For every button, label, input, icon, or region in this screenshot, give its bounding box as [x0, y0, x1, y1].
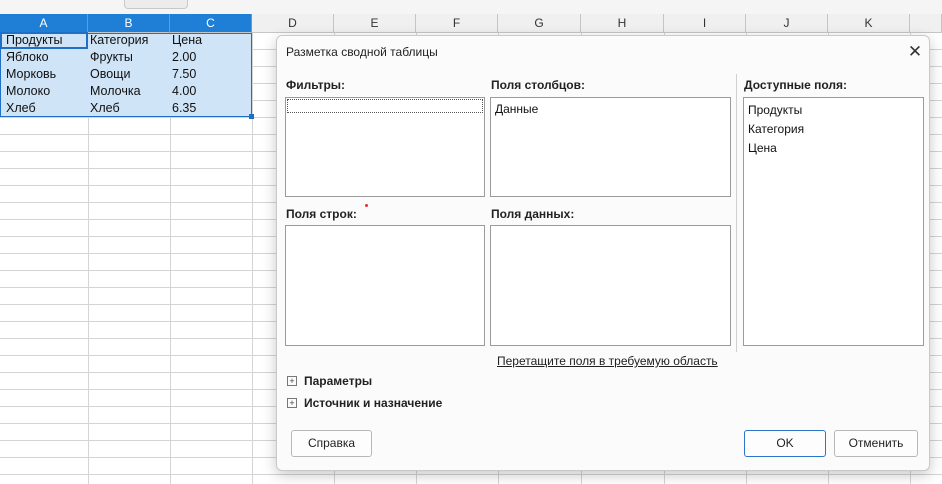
filters-label: Фильтры: — [286, 78, 346, 92]
marker-dot — [365, 204, 368, 207]
cell-c4[interactable]: 4.00 — [172, 83, 250, 100]
grid-line — [0, 474, 942, 475]
cell-b1[interactable]: Категория — [90, 32, 168, 49]
column-field-item[interactable]: Данные — [491, 100, 730, 119]
row-fields-box[interactable] — [285, 225, 485, 346]
column-header-b[interactable]: B — [88, 14, 170, 33]
row-fields-label: Поля строк: — [286, 207, 357, 221]
close-icon[interactable]: ✕ — [906, 43, 924, 61]
available-fields-label: Доступные поля: — [744, 78, 848, 92]
data-fields-box[interactable] — [490, 225, 731, 346]
cell-c2[interactable]: 2.00 — [172, 49, 250, 66]
source-label: Источник и назначение — [304, 396, 443, 410]
cell-b2[interactable]: Фрукты — [90, 49, 168, 66]
section-divider — [736, 74, 737, 352]
cell-a2[interactable]: Яблоко — [6, 49, 86, 66]
cell-a1[interactable]: Продукты — [6, 32, 86, 49]
drag-hint-link[interactable]: Перетащите поля в требуемую область — [497, 354, 718, 368]
ok-button[interactable]: OK — [744, 430, 826, 457]
column-header-overflow[interactable] — [910, 14, 942, 33]
expand-icon[interactable]: + — [287, 398, 297, 408]
available-field-item[interactable]: Категория — [744, 120, 923, 139]
column-header-j[interactable]: J — [746, 14, 828, 33]
toolbar-strip — [0, 0, 942, 14]
column-header-i[interactable]: I — [664, 14, 746, 33]
column-fields-box[interactable]: Данные — [490, 97, 731, 197]
cell-b5[interactable]: Хлеб — [90, 100, 168, 117]
column-header-c[interactable]: C — [170, 14, 252, 33]
expand-icon[interactable]: + — [287, 376, 297, 386]
source-expander[interactable]: + Источник и назначение — [287, 396, 442, 410]
cell-c3[interactable]: 7.50 — [172, 66, 250, 83]
cell-b4[interactable]: Молочка — [90, 83, 168, 100]
filters-box[interactable] — [285, 97, 485, 197]
help-button[interactable]: Справка — [291, 430, 372, 457]
column-fields-label: Поля столбцов: — [491, 78, 585, 92]
tab-fragment[interactable] — [124, 0, 188, 9]
column-header-h[interactable]: H — [581, 14, 664, 33]
column-header-g[interactable]: G — [498, 14, 581, 33]
filters-drop-slot[interactable] — [287, 99, 483, 113]
pivot-table-layout-dialog: Разметка сводной таблицы ✕ Фильтры: Поля… — [276, 35, 930, 471]
column-header-k[interactable]: K — [828, 14, 910, 33]
options-label: Параметры — [304, 374, 373, 388]
cancel-button[interactable]: Отменить — [834, 430, 918, 457]
dialog-title: Разметка сводной таблицы — [286, 45, 438, 59]
available-field-item[interactable]: Продукты — [744, 101, 923, 120]
cell-b3[interactable]: Овощи — [90, 66, 168, 83]
column-header-e[interactable]: E — [334, 14, 416, 33]
cell-c5[interactable]: 6.35 — [172, 100, 250, 117]
column-header-a[interactable]: A — [0, 14, 88, 33]
available-fields-box[interactable]: Продукты Категория Цена — [743, 97, 924, 346]
options-expander[interactable]: + Параметры — [287, 374, 372, 388]
cell-c1[interactable]: Цена — [172, 32, 250, 49]
cell-a4[interactable]: Молоко — [6, 83, 86, 100]
column-header-f[interactable]: F — [416, 14, 498, 33]
data-fields-label: Поля данных: — [491, 207, 575, 221]
available-field-item[interactable]: Цена — [744, 139, 923, 158]
column-header-d[interactable]: D — [252, 14, 334, 33]
cell-a3[interactable]: Морковь — [6, 66, 86, 83]
cell-a5[interactable]: Хлеб — [6, 100, 86, 117]
